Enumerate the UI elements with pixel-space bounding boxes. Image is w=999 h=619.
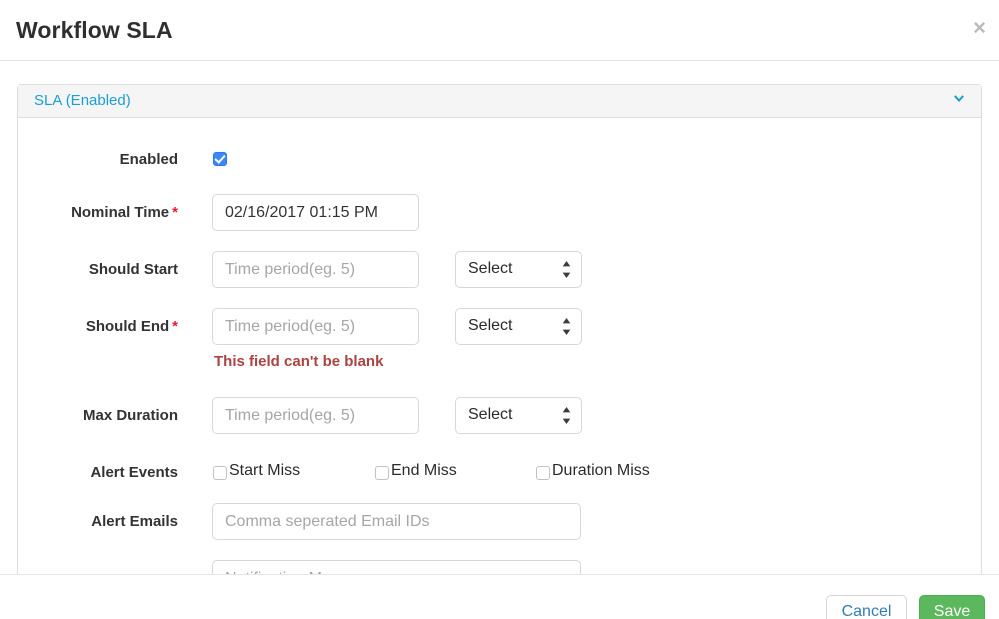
- form-row-alert-emails: Alert Emails: [18, 503, 981, 551]
- form-row-enabled: Enabled: [18, 142, 981, 190]
- cancel-button[interactable]: Cancel: [826, 595, 907, 619]
- max-duration-input[interactable]: [212, 397, 419, 434]
- form-row-should-end: Should End* Select This field can't be b…: [18, 308, 981, 356]
- should-end-input[interactable]: [212, 308, 419, 345]
- label-enabled: Enabled: [18, 150, 178, 169]
- select-arrows-icon: [562, 407, 571, 424]
- select-arrows-icon: [562, 318, 571, 335]
- modal-footer: Cancel Save: [0, 574, 999, 619]
- alert-emails-input[interactable]: [212, 503, 581, 540]
- form-row-nominal-time: Nominal Time*: [18, 194, 981, 242]
- sla-panel-header[interactable]: SLA (Enabled): [18, 85, 981, 118]
- max-duration-unit-value: Select: [468, 406, 512, 424]
- sla-panel-title[interactable]: SLA (Enabled): [34, 92, 131, 109]
- modal-body: SLA (Enabled) Enabled Nominal Time*: [0, 61, 999, 574]
- sla-panel-body: Enabled Nominal Time* Should Start Selec…: [18, 118, 981, 574]
- workflow-sla-modal: Workflow SLA × SLA (Enabled) Enabled: [0, 0, 999, 619]
- duration-miss-label: Duration Miss: [552, 462, 650, 480]
- select-arrows-icon: [562, 261, 571, 278]
- required-marker: *: [172, 204, 178, 221]
- form-row-notification-msg: [18, 560, 981, 574]
- should-start-unit-select[interactable]: Select: [455, 251, 582, 288]
- nominal-time-input[interactable]: [212, 194, 419, 231]
- should-start-unit-value: Select: [468, 260, 512, 278]
- label-should-end: Should End*: [18, 317, 178, 336]
- should-end-unit-select[interactable]: Select: [455, 308, 582, 345]
- label-should-end-text: Should End: [86, 318, 169, 335]
- duration-miss-checkbox[interactable]: [536, 466, 550, 480]
- enabled-checkbox[interactable]: [213, 152, 227, 166]
- sla-panel: SLA (Enabled) Enabled Nominal Time*: [17, 84, 982, 574]
- should-end-error-message: This field can't be blank: [214, 353, 383, 370]
- form-row-max-duration: Max Duration Select: [18, 397, 981, 445]
- modal-header: Workflow SLA ×: [0, 0, 999, 61]
- form-row-should-start: Should Start Select: [18, 251, 981, 299]
- label-nominal-time: Nominal Time*: [18, 203, 178, 222]
- should-start-input[interactable]: [212, 251, 419, 288]
- should-end-unit-value: Select: [468, 317, 512, 335]
- start-miss-checkbox[interactable]: [213, 466, 227, 480]
- end-miss-checkbox[interactable]: [375, 466, 389, 480]
- required-marker: *: [172, 318, 178, 335]
- label-should-start: Should Start: [18, 260, 178, 279]
- chevron-down-icon[interactable]: [951, 91, 967, 107]
- end-miss-label: End Miss: [391, 462, 457, 480]
- label-alert-emails: Alert Emails: [18, 512, 178, 531]
- label-max-duration: Max Duration: [18, 406, 178, 425]
- notification-msg-input[interactable]: [212, 560, 581, 574]
- label-alert-events: Alert Events: [18, 463, 178, 482]
- page-title: Workflow SLA: [16, 17, 173, 44]
- label-nominal-time-text: Nominal Time: [71, 204, 169, 221]
- save-button[interactable]: Save: [919, 595, 985, 619]
- start-miss-label: Start Miss: [229, 462, 300, 480]
- max-duration-unit-select[interactable]: Select: [455, 397, 582, 434]
- close-icon[interactable]: ×: [973, 17, 986, 39]
